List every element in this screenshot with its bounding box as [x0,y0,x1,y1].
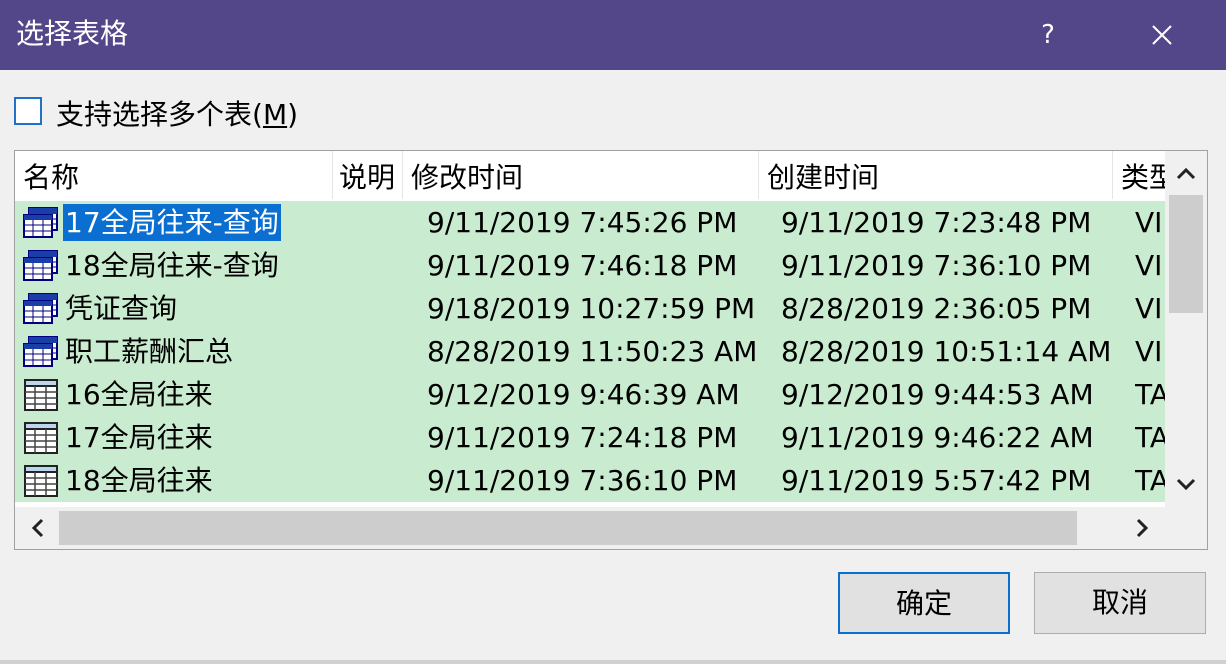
table-name: 18全局往来 [65,464,213,497]
table-list[interactable]: 名称 说明 修改时间 创建时间 类型 17全局往来-查询 9/11/2019 7:… [14,150,1208,550]
table-rows: 17全局往来-查询 9/11/2019 7:45:26 PM 9/11/2019 7… [15,201,1165,502]
column-header-created[interactable]: 创建时间 [759,151,1113,199]
horizontal-scroll-thumb[interactable] [59,511,1077,545]
column-header-row: 名称 说明 修改时间 创建时间 类型 [15,151,1165,199]
table-row[interactable]: 17全局往来-查询 9/11/2019 7:45:26 PM 9/11/2019 7… [15,201,1165,244]
dialog-title: 选择表格 [16,17,129,50]
cell-type: TABLE [1135,464,1165,497]
column-header-modified[interactable]: 修改时间 [403,151,759,199]
scroll-right-icon[interactable] [1131,517,1153,539]
multi-select-label[interactable]: 支持选择多个表(M) [56,95,298,135]
cell-type: VIEW [1135,335,1165,368]
cell-description [341,244,409,287]
close-button[interactable] [1134,10,1190,60]
cell-name[interactable]: 16全局往来 [23,373,341,416]
table-name: 17全局往来-查询 [63,204,281,241]
ok-button[interactable]: 确定 [838,572,1010,634]
column-header-desc[interactable]: 说明 [333,151,403,199]
vertical-scroll-thumb[interactable] [1169,195,1203,313]
cell-created: 9/11/2019 9:46:22 AM [781,421,1094,454]
close-icon [1152,25,1172,45]
table-row[interactable]: 16全局往来 9/12/2019 9:46:39 AM 9/12/2019 9:44… [15,373,1165,416]
cell-created: 9/11/2019 5:57:42 PM [781,464,1092,497]
scroll-up-icon[interactable] [1175,163,1197,185]
table-row[interactable]: 凭证查询 9/18/2019 10:27:59 PM 8/28/2019 2:36:… [15,287,1165,330]
table-name: 职工薪酬汇总 [65,335,234,368]
table-row[interactable]: 18全局往来 9/11/2019 7:36:10 PM 9/11/2019 5:57… [15,459,1165,502]
cell-type: VIEW [1135,206,1165,239]
cell-modified: 9/11/2019 7:24:18 PM [427,421,738,454]
vertical-scrollbar[interactable] [1165,151,1207,507]
cell-description [341,459,409,502]
window-frame [0,660,1226,664]
cell-modified: 9/12/2019 9:46:39 AM [427,378,740,411]
table-icon [23,465,59,497]
cell-modified: 9/11/2019 7:45:26 PM [427,206,738,239]
cell-created: 8/28/2019 10:51:14 AM [781,335,1112,368]
cell-name[interactable]: 17全局往来 [23,416,341,459]
cell-name[interactable]: 职工薪酬汇总 [23,330,341,373]
cell-modified: 9/18/2019 10:27:59 PM [427,292,756,325]
view-icon [23,293,59,325]
multi-select-checkbox[interactable] [14,97,42,125]
cell-created: 8/28/2019 2:36:05 PM [781,292,1092,325]
cell-modified: 9/11/2019 7:36:10 PM [427,464,738,497]
cell-name[interactable]: 18全局往来-查询 [23,244,341,287]
cell-name[interactable]: 18全局往来 [23,459,341,502]
cell-description [341,287,409,330]
cell-created: 9/12/2019 9:44:53 AM [781,378,1094,411]
view-icon [23,207,59,239]
cell-type: VIEW [1135,292,1165,325]
cell-created: 9/11/2019 7:23:48 PM [781,206,1092,239]
cell-name[interactable]: 凭证查询 [23,287,341,330]
cell-type: VIEW [1135,249,1165,282]
table-icon [23,422,59,454]
cancel-button[interactable]: 取消 [1034,572,1206,634]
cell-modified: 8/28/2019 11:50:23 AM [427,335,758,368]
view-icon [23,250,59,282]
column-header-name[interactable]: 名称 [15,151,333,199]
help-button[interactable]: ? [1020,10,1076,60]
scroll-left-icon[interactable] [27,517,49,539]
table-row[interactable]: 17全局往来 9/11/2019 7:24:18 PM 9/11/2019 9:46… [15,416,1165,459]
table-name: 凭证查询 [65,292,178,325]
table-name: 16全局往来 [65,378,213,411]
cell-description [341,373,409,416]
table-name: 18全局往来-查询 [65,249,279,282]
view-icon [23,336,59,368]
table-name: 17全局往来 [65,421,213,454]
table-row[interactable]: 18全局往来-查询 9/11/2019 7:46:18 PM 9/11/2019 7… [15,244,1165,287]
cell-type: TABLE [1135,421,1165,454]
cell-description [341,330,409,373]
cell-created: 9/11/2019 7:36:10 PM [781,249,1092,282]
cell-name[interactable]: 17全局往来-查询 [23,201,341,244]
title-bar: 选择表格 ? [0,0,1226,70]
column-header-type[interactable]: 类型 [1113,151,1165,199]
cell-type: TABLE [1135,378,1165,411]
scroll-down-icon[interactable] [1175,473,1197,495]
cell-description [341,201,409,244]
horizontal-scrollbar[interactable] [15,507,1207,549]
table-icon [23,379,59,411]
cell-description [341,416,409,459]
table-row[interactable]: 职工薪酬汇总 8/28/2019 11:50:23 AM 8/28/2019 10:… [15,330,1165,373]
cell-modified: 9/11/2019 7:46:18 PM [427,249,738,282]
